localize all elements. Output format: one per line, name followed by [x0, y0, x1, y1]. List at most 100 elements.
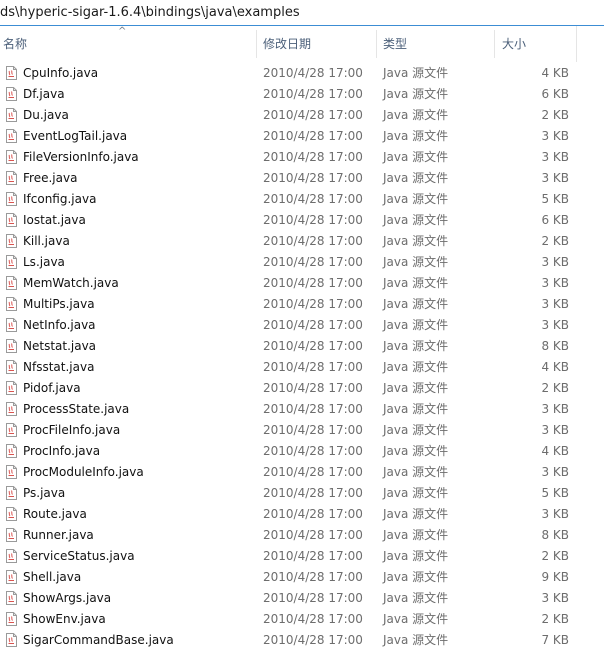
file-size: 2 KB — [541, 381, 569, 395]
java-file-icon — [6, 150, 17, 164]
file-size: 3 KB — [541, 129, 569, 143]
file-row[interactable]: SigarCommandBase.java 2010/4/28 17:00 Ja… — [0, 630, 604, 651]
file-size: 8 KB — [541, 528, 569, 542]
address-bar[interactable]: ds\hyperic-sigar-1.6.4\bindings\java\exa… — [0, 0, 604, 26]
file-modified-date: 2010/4/28 17:00 — [263, 87, 363, 101]
file-name: ShowEnv.java — [23, 612, 106, 626]
file-row[interactable]: Iostat.java 2010/4/28 17:00 Java 源文件 6 K… — [0, 210, 604, 231]
file-row[interactable]: EventLogTail.java 2010/4/28 17:00 Java 源… — [0, 126, 604, 147]
file-row[interactable]: ProcessState.java 2010/4/28 17:00 Java 源… — [0, 399, 604, 420]
file-type: Java 源文件 — [383, 339, 449, 353]
file-name: Netstat.java — [23, 339, 97, 353]
file-name: Kill.java — [23, 234, 70, 248]
file-size: 4 KB — [541, 444, 569, 458]
file-type: Java 源文件 — [383, 192, 449, 206]
file-type: Java 源文件 — [383, 66, 449, 80]
file-row[interactable]: Shell.java 2010/4/28 17:00 Java 源文件 9 KB — [0, 567, 604, 588]
column-header-name[interactable]: ^ 名称 — [0, 26, 257, 62]
file-type: Java 源文件 — [383, 150, 449, 164]
file-row[interactable]: ProcFileInfo.java 2010/4/28 17:00 Java 源… — [0, 420, 604, 441]
file-type: Java 源文件 — [383, 465, 449, 479]
file-row[interactable]: MemWatch.java 2010/4/28 17:00 Java 源文件 3… — [0, 273, 604, 294]
file-size: 3 KB — [541, 423, 569, 437]
file-type: Java 源文件 — [383, 570, 449, 584]
file-row[interactable]: MultiPs.java 2010/4/28 17:00 Java 源文件 3 … — [0, 294, 604, 315]
file-type: Java 源文件 — [383, 402, 449, 416]
file-row[interactable]: Nfsstat.java 2010/4/28 17:00 Java 源文件 4 … — [0, 357, 604, 378]
file-size: 5 KB — [541, 192, 569, 206]
java-file-icon — [6, 612, 17, 626]
file-name: NetInfo.java — [23, 318, 96, 332]
column-header-type[interactable]: 类型 — [377, 26, 495, 62]
column-header-date[interactable]: 修改日期 — [257, 26, 377, 62]
java-file-icon — [6, 213, 17, 227]
file-row[interactable]: ShowEnv.java 2010/4/28 17:00 Java 源文件 2 … — [0, 609, 604, 630]
file-row[interactable]: ShowArgs.java 2010/4/28 17:00 Java 源文件 3… — [0, 588, 604, 609]
file-row[interactable]: Route.java 2010/4/28 17:00 Java 源文件 3 KB — [0, 504, 604, 525]
file-name: Shell.java — [23, 570, 82, 584]
java-file-icon — [6, 108, 17, 122]
file-row[interactable]: ProcModuleInfo.java 2010/4/28 17:00 Java… — [0, 462, 604, 483]
file-row[interactable]: Ps.java 2010/4/28 17:00 Java 源文件 5 KB — [0, 483, 604, 504]
file-size: 6 KB — [541, 213, 569, 227]
file-explorer-window: ds\hyperic-sigar-1.6.4\bindings\java\exa… — [0, 0, 604, 654]
file-type: Java 源文件 — [383, 591, 449, 605]
file-name: Nfsstat.java — [23, 360, 95, 374]
file-modified-date: 2010/4/28 17:00 — [263, 360, 363, 374]
java-file-icon — [6, 171, 17, 185]
file-modified-date: 2010/4/28 17:00 — [263, 486, 363, 500]
java-file-icon — [6, 318, 17, 332]
java-file-icon — [6, 507, 17, 521]
file-type: Java 源文件 — [383, 276, 449, 290]
file-type: Java 源文件 — [383, 87, 449, 101]
java-file-icon — [6, 234, 17, 248]
file-row[interactable]: Kill.java 2010/4/28 17:00 Java 源文件 2 KB — [0, 231, 604, 252]
file-row[interactable]: Pidof.java 2010/4/28 17:00 Java 源文件 2 KB — [0, 378, 604, 399]
file-name: ProcInfo.java — [23, 444, 101, 458]
file-row[interactable]: Du.java 2010/4/28 17:00 Java 源文件 2 KB — [0, 105, 604, 126]
java-file-icon — [6, 129, 17, 143]
file-row[interactable]: Ifconfig.java 2010/4/28 17:00 Java 源文件 5… — [0, 189, 604, 210]
java-file-icon — [6, 486, 17, 500]
sort-ascending-icon: ^ — [118, 26, 127, 37]
java-file-icon — [6, 591, 17, 605]
file-row[interactable]: NetInfo.java 2010/4/28 17:00 Java 源文件 3 … — [0, 315, 604, 336]
file-modified-date: 2010/4/28 17:00 — [263, 171, 363, 185]
file-name: Du.java — [23, 108, 69, 122]
file-type: Java 源文件 — [383, 486, 449, 500]
file-row[interactable]: CpuInfo.java 2010/4/28 17:00 Java 源文件 4 … — [0, 63, 604, 84]
java-file-icon — [6, 255, 17, 269]
java-file-icon — [6, 192, 17, 206]
file-name: SigarCommandBase.java — [23, 633, 174, 647]
file-type: Java 源文件 — [383, 234, 449, 248]
file-row[interactable]: Df.java 2010/4/28 17:00 Java 源文件 6 KB — [0, 84, 604, 105]
file-row[interactable]: Free.java 2010/4/28 17:00 Java 源文件 3 KB — [0, 168, 604, 189]
file-row[interactable]: Runner.java 2010/4/28 17:00 Java 源文件 8 K… — [0, 525, 604, 546]
java-file-icon — [6, 402, 17, 416]
java-file-icon — [6, 528, 17, 542]
file-row[interactable]: ServiceStatus.java 2010/4/28 17:00 Java … — [0, 546, 604, 567]
address-path[interactable]: ds\hyperic-sigar-1.6.4\bindings\java\exa… — [0, 5, 300, 20]
file-row[interactable]: Ls.java 2010/4/28 17:00 Java 源文件 3 KB — [0, 252, 604, 273]
file-type: Java 源文件 — [383, 297, 449, 311]
java-file-icon — [6, 465, 17, 479]
file-size: 3 KB — [541, 276, 569, 290]
file-size: 2 KB — [541, 108, 569, 122]
file-size: 4 KB — [541, 360, 569, 374]
file-type: Java 源文件 — [383, 171, 449, 185]
file-size: 3 KB — [541, 171, 569, 185]
file-row[interactable]: FileVersionInfo.java 2010/4/28 17:00 Jav… — [0, 147, 604, 168]
file-name: MultiPs.java — [23, 297, 95, 311]
file-row[interactable]: ProcInfo.java 2010/4/28 17:00 Java 源文件 4… — [0, 441, 604, 462]
file-modified-date: 2010/4/28 17:00 — [263, 633, 363, 647]
file-size: 3 KB — [541, 591, 569, 605]
java-file-icon — [6, 87, 17, 101]
file-size: 2 KB — [541, 612, 569, 626]
file-type: Java 源文件 — [383, 108, 449, 122]
file-row[interactable]: Netstat.java 2010/4/28 17:00 Java 源文件 8 … — [0, 336, 604, 357]
java-file-icon — [6, 66, 17, 80]
file-modified-date: 2010/4/28 17:00 — [263, 444, 363, 458]
file-modified-date: 2010/4/28 17:00 — [263, 381, 363, 395]
column-header-size[interactable]: 大小 — [495, 26, 577, 62]
file-size: 5 KB — [541, 486, 569, 500]
